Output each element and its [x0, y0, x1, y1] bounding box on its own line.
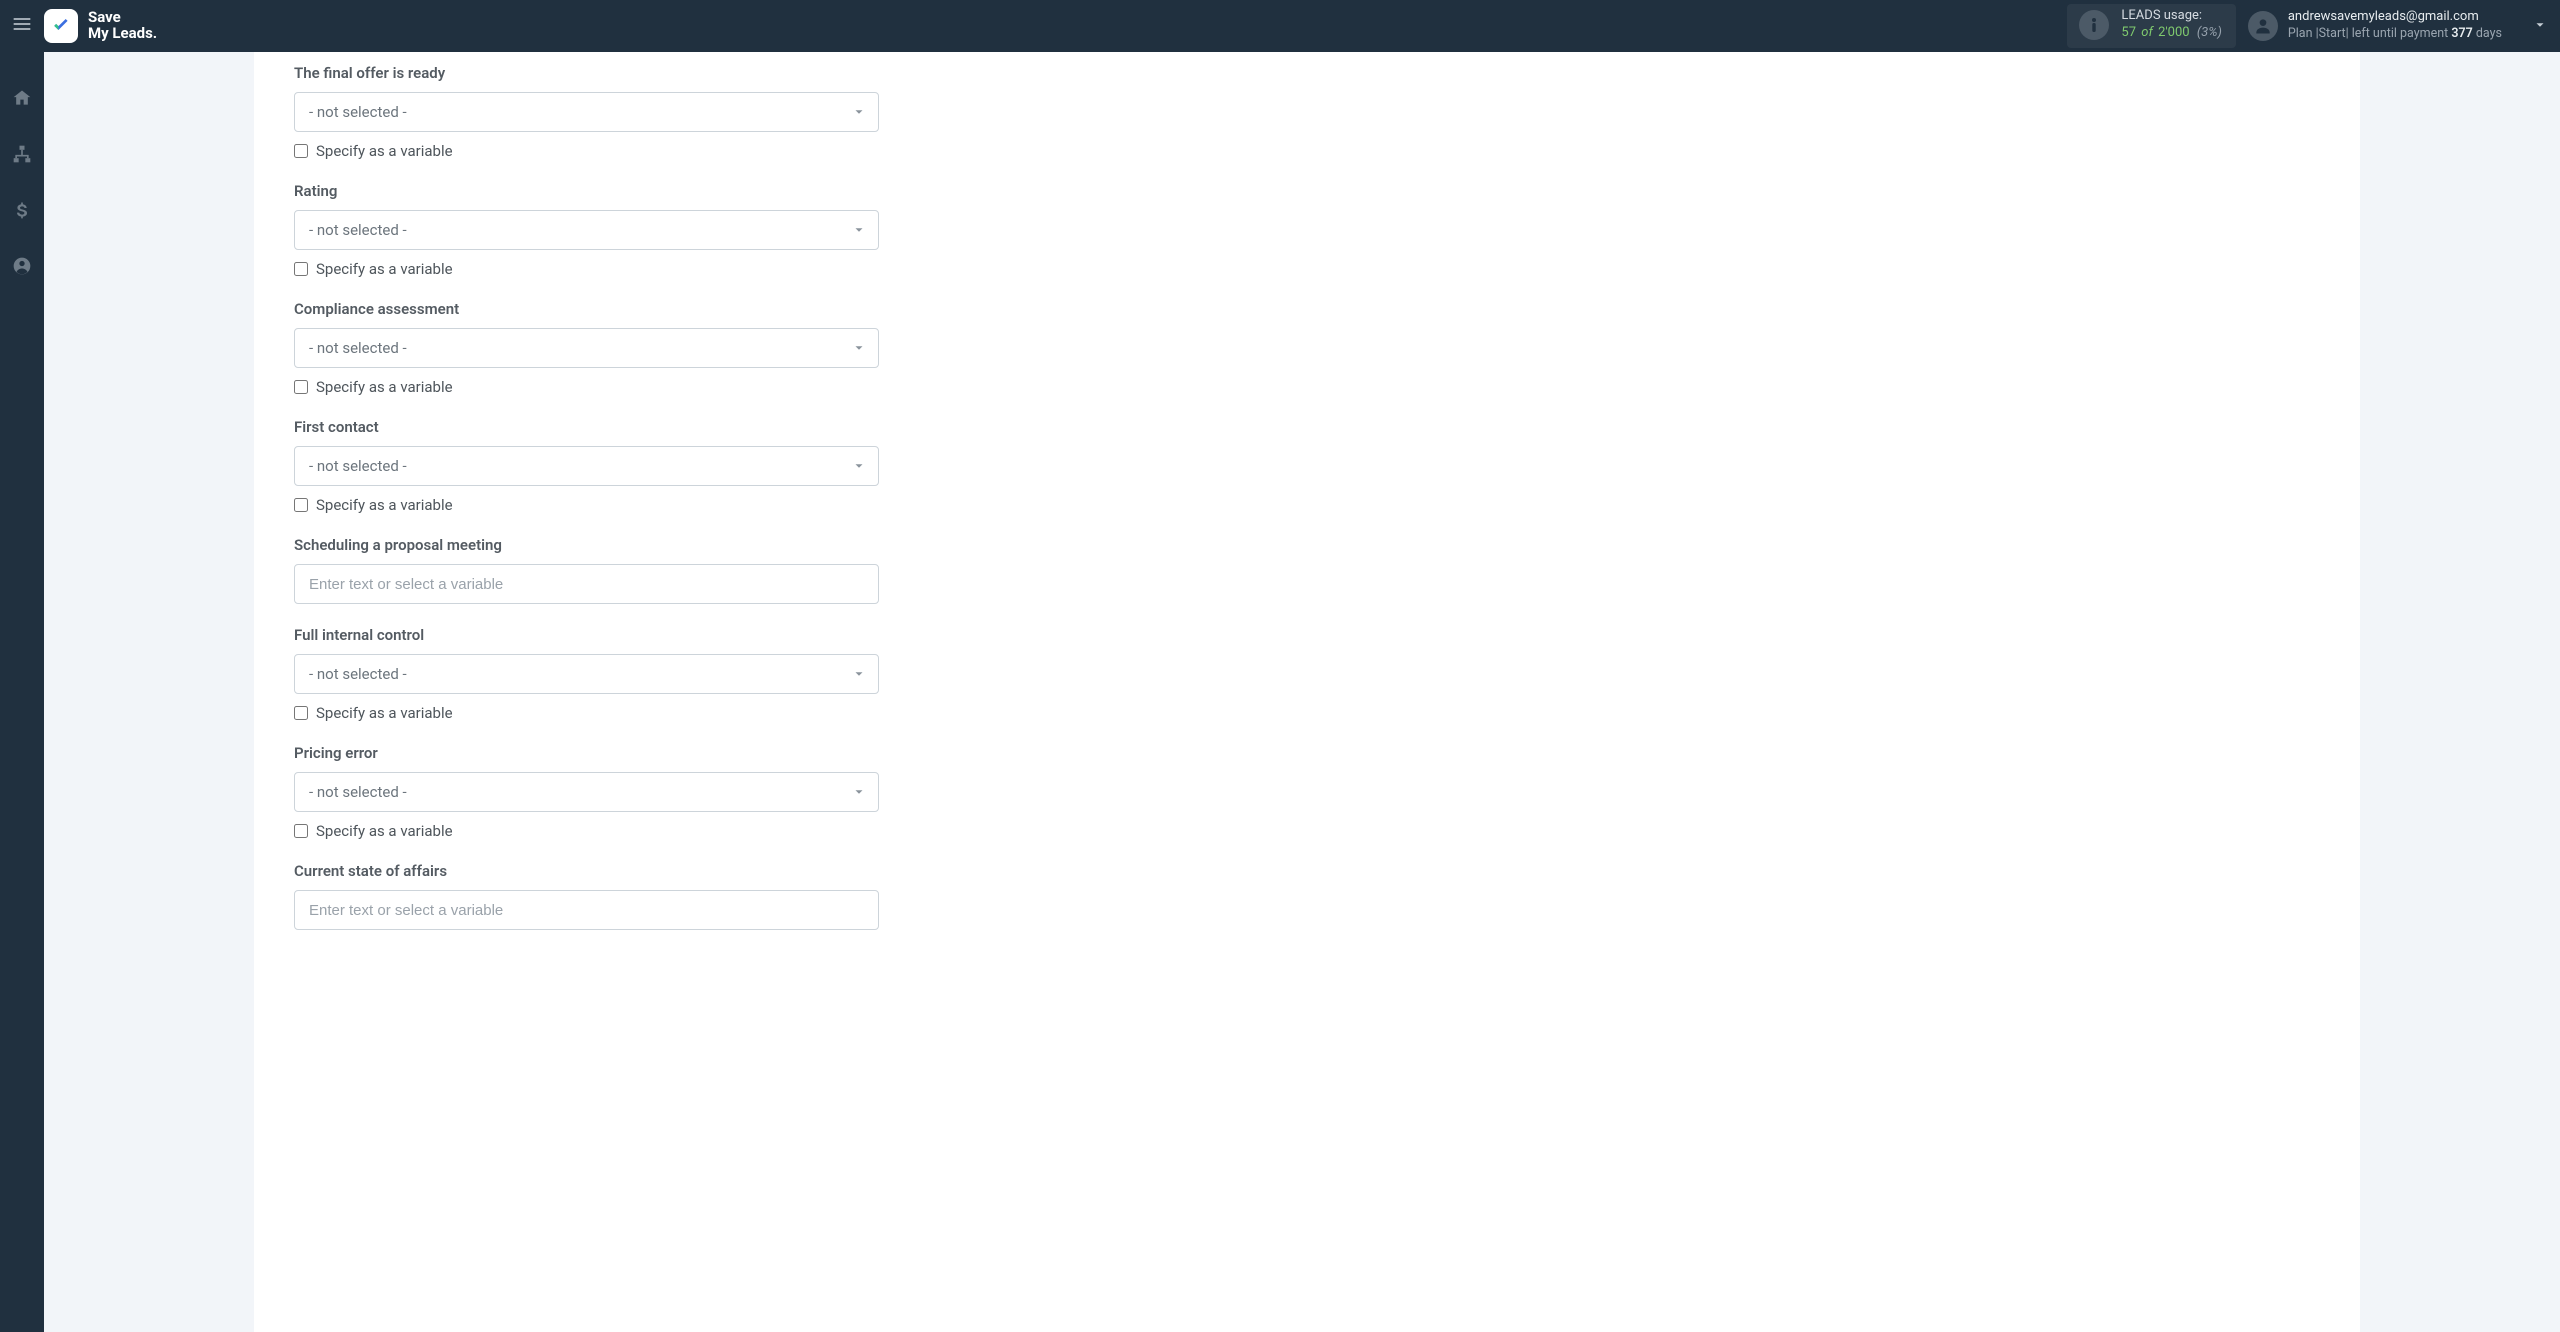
leads-usage-text: LEADS usage: 57 of 2'000 (3%) [2121, 8, 2221, 42]
checkbox-label: Specify as a variable [316, 260, 453, 278]
sidebar-item-billing[interactable] [0, 198, 44, 226]
field-final-offer: The final offer is ready - not selected … [294, 64, 879, 160]
checkbox-label: Specify as a variable [316, 378, 453, 396]
field-label: Compliance assessment [294, 300, 879, 318]
specify-variable-checkbox[interactable]: Specify as a variable [294, 142, 879, 160]
select-rating[interactable]: - not selected - [294, 210, 879, 250]
field-full-internal-control: Full internal control - not selected - S… [294, 626, 879, 722]
home-icon [12, 88, 32, 112]
checkbox-input[interactable] [294, 498, 308, 512]
field-rating: Rating - not selected - Specify as a var… [294, 182, 879, 278]
field-compliance: Compliance assessment - not selected - S… [294, 300, 879, 396]
checkbox-label: Specify as a variable [316, 822, 453, 840]
checkbox-label: Specify as a variable [316, 704, 453, 722]
checkbox-input[interactable] [294, 262, 308, 276]
field-label: Current state of affairs [294, 862, 879, 880]
brand-text: Save My Leads. [88, 10, 157, 42]
usage-label: LEADS usage: [2121, 8, 2221, 25]
top-header: Save My Leads. LEADS usage: 57 of 2'000 … [0, 0, 2560, 52]
brand-logo[interactable]: Save My Leads. [44, 9, 157, 43]
field-label: The final offer is ready [294, 64, 879, 82]
chevron-down-icon [2533, 17, 2547, 36]
checkbox-label: Specify as a variable [316, 142, 453, 160]
text-input[interactable] [309, 565, 838, 603]
field-label: Full internal control [294, 626, 879, 644]
chevron-down-icon [852, 785, 866, 799]
select-final-offer[interactable]: - not selected - [294, 92, 879, 132]
specify-variable-checkbox[interactable]: Specify as a variable [294, 704, 879, 722]
select-value: - not selected - [309, 221, 838, 239]
select-full-internal-control[interactable]: - not selected - [294, 654, 879, 694]
select-value: - not selected - [309, 783, 838, 801]
user-text: andrewsavemyleads@gmail.com Plan |Start|… [2288, 9, 2502, 42]
checkbox-input[interactable] [294, 824, 308, 838]
select-first-contact[interactable]: - not selected - [294, 446, 879, 486]
text-input[interactable] [309, 891, 838, 929]
input-scheduling-meeting[interactable] [294, 564, 879, 604]
sitemap-icon [12, 144, 32, 168]
sidebar-item-home[interactable] [0, 86, 44, 114]
field-current-state: Current state of affairs [294, 862, 879, 930]
select-value: - not selected - [309, 665, 838, 683]
dollar-icon [12, 200, 32, 224]
form-card: The final offer is ready - not selected … [254, 52, 2360, 1332]
checkbox-input[interactable] [294, 144, 308, 158]
checkbox-input[interactable] [294, 380, 308, 394]
user-avatar-icon [2248, 11, 2278, 41]
checkbox-label: Specify as a variable [316, 496, 453, 514]
field-label: Scheduling a proposal meeting [294, 536, 879, 554]
info-icon [2079, 10, 2109, 40]
user-email: andrewsavemyleads@gmail.com [2288, 9, 2502, 26]
brand-line2: My Leads. [88, 26, 157, 42]
chevron-down-icon [852, 459, 866, 473]
brand-check-icon [44, 9, 78, 43]
field-label: Rating [294, 182, 879, 200]
user-menu-caret[interactable] [2520, 0, 2560, 52]
select-value: - not selected - [309, 339, 838, 357]
select-compliance[interactable]: - not selected - [294, 328, 879, 368]
select-value: - not selected - [309, 457, 838, 475]
user-menu[interactable]: andrewsavemyleads@gmail.com Plan |Start|… [2248, 9, 2520, 42]
field-pricing-error: Pricing error - not selected - Specify a… [294, 744, 879, 840]
select-pricing-error[interactable]: - not selected - [294, 772, 879, 812]
user-plan: Plan |Start| left until payment 377 days [2288, 26, 2502, 42]
checkbox-input[interactable] [294, 706, 308, 720]
specify-variable-checkbox[interactable]: Specify as a variable [294, 496, 879, 514]
specify-variable-checkbox[interactable]: Specify as a variable [294, 260, 879, 278]
chevron-down-icon [852, 223, 866, 237]
usage-value: 57 of 2'000 (3%) [2121, 25, 2221, 42]
specify-variable-checkbox[interactable]: Specify as a variable [294, 822, 879, 840]
field-first-contact: First contact - not selected - Specify a… [294, 418, 879, 514]
field-label: First contact [294, 418, 879, 436]
select-value: - not selected - [309, 103, 838, 121]
page-scroll[interactable]: The final offer is ready - not selected … [44, 52, 2560, 1332]
left-sidebar [0, 52, 44, 1332]
sidebar-item-connections[interactable] [0, 142, 44, 170]
specify-variable-checkbox[interactable]: Specify as a variable [294, 378, 879, 396]
user-circle-icon [12, 256, 32, 280]
menu-toggle-button[interactable] [0, 0, 44, 52]
sidebar-item-account[interactable] [0, 254, 44, 282]
field-scheduling-meeting: Scheduling a proposal meeting [294, 536, 879, 604]
field-label: Pricing error [294, 744, 879, 762]
chevron-down-icon [852, 667, 866, 681]
input-current-state[interactable] [294, 890, 879, 930]
chevron-down-icon [852, 341, 866, 355]
leads-usage-box[interactable]: LEADS usage: 57 of 2'000 (3%) [2067, 4, 2235, 48]
chevron-down-icon [852, 105, 866, 119]
hamburger-icon [12, 14, 32, 38]
